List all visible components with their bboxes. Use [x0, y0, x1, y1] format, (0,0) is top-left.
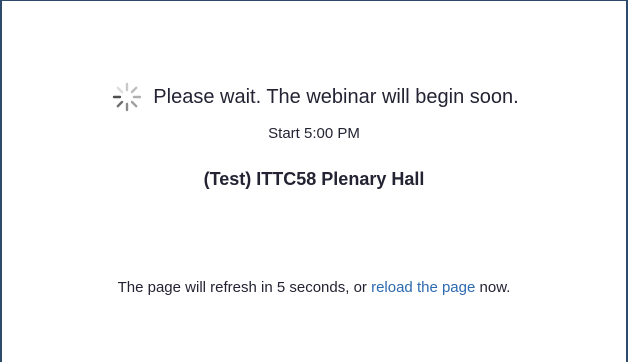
webinar-waiting-panel: Please wait. The webinar will begin soon…	[0, 0, 628, 362]
refresh-notice-suffix: now.	[479, 279, 511, 296]
loading-spinner-icon	[109, 79, 145, 115]
refresh-notice-prefix: The page will refresh in 5 seconds, or	[117, 279, 367, 296]
webinar-title: (Test) ITTC58 Plenary Hall	[203, 169, 425, 189]
reload-page-link[interactable]: reload the page	[371, 279, 475, 296]
refresh-notice: The page will refresh in 5 seconds, or r…	[2, 279, 626, 296]
start-time: Start 5:00 PM	[268, 125, 360, 142]
waiting-message-row: Please wait. The webinar will begin soon…	[2, 79, 626, 115]
waiting-message: Please wait. The webinar will begin soon…	[153, 85, 519, 108]
